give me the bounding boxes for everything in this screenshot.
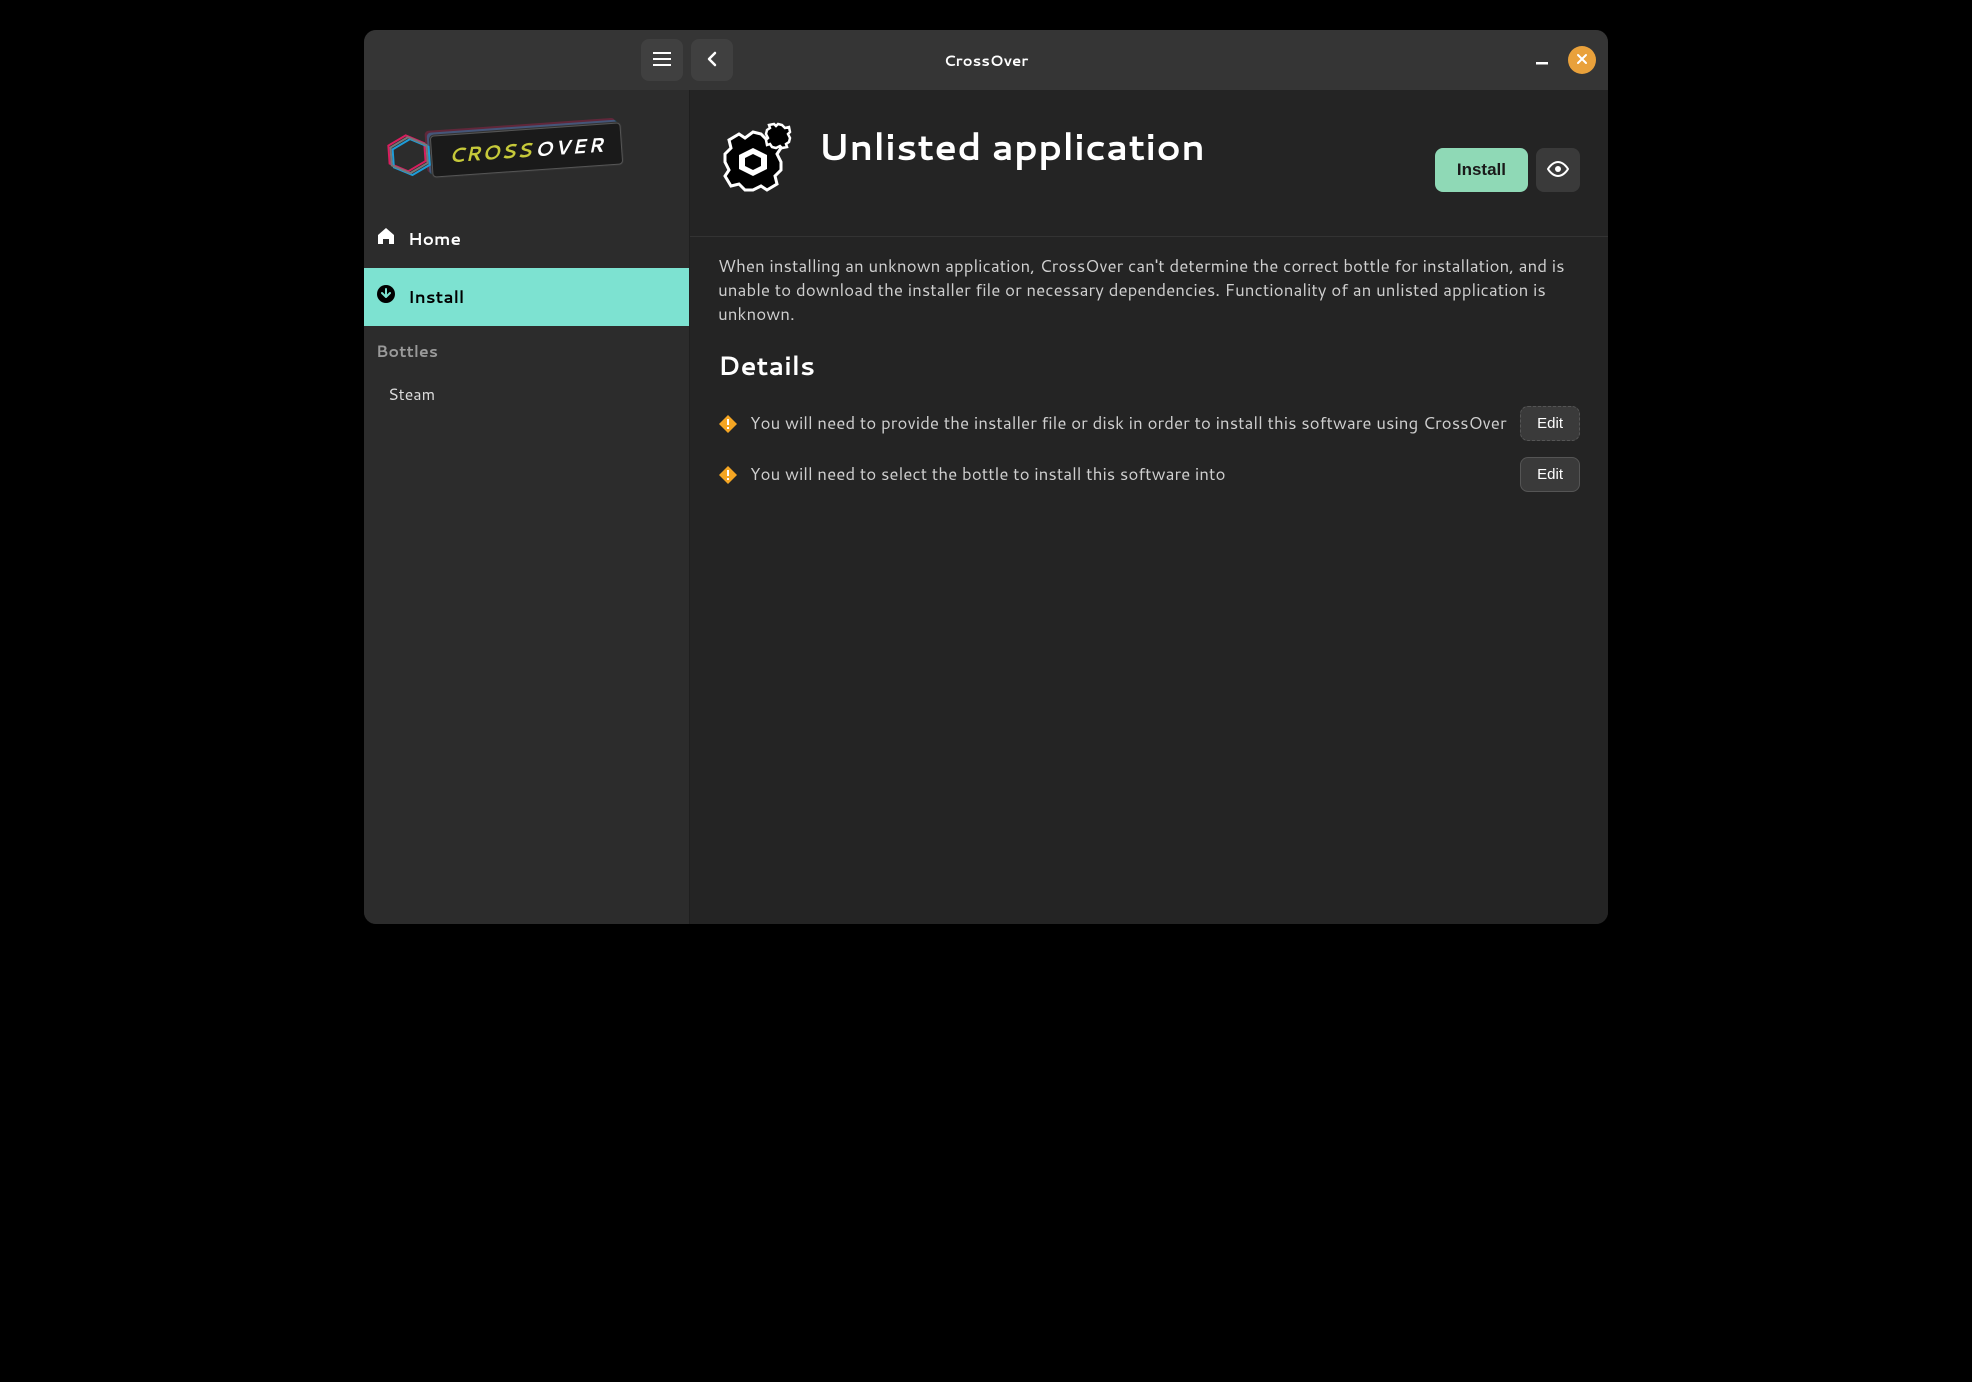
sidebar-item-label: Home (408, 227, 461, 251)
detail-text: You will need to provide the installer f… (750, 412, 1508, 435)
sidebar-item-label: Install (408, 285, 464, 309)
gear-app-icon (718, 118, 800, 200)
titlebar: CrossOver (364, 30, 1608, 90)
detail-text: You will need to select the bottle to in… (750, 463, 1508, 486)
download-circle-icon (376, 284, 396, 310)
hamburger-icon (653, 52, 671, 69)
description-text: When installing an unknown application, … (690, 236, 1608, 334)
sidebar-item-home[interactable]: Home (364, 210, 689, 268)
close-icon (1576, 53, 1588, 68)
edit-button[interactable]: Edit (1520, 457, 1580, 492)
menu-button[interactable] (641, 39, 683, 81)
main-content: Unlisted application Install When instal… (690, 90, 1608, 924)
sidebar-item-install[interactable]: Install (364, 268, 689, 326)
back-button[interactable] (691, 39, 733, 81)
logo-text-right: OVER (533, 131, 606, 164)
warning-icon (718, 465, 738, 485)
minimize-button[interactable] (1530, 48, 1554, 72)
bottles-heading: Bottles (364, 326, 689, 373)
home-icon (376, 226, 396, 252)
page-title: Unlisted application (818, 118, 1417, 172)
logo: CROSS OVER (364, 90, 689, 210)
edit-button[interactable]: Edit (1520, 406, 1580, 441)
preview-button[interactable] (1536, 148, 1580, 192)
sidebar: CROSS OVER Home Install (364, 90, 690, 924)
logo-mark-icon (382, 129, 436, 188)
bottle-item-steam[interactable]: Steam (364, 373, 689, 416)
close-button[interactable] (1568, 46, 1596, 74)
detail-row: You will need to select the bottle to in… (690, 449, 1608, 500)
details-heading: Details (690, 334, 1608, 398)
window-title: CrossOver (944, 50, 1028, 71)
eye-icon (1547, 161, 1569, 180)
detail-row: You will need to provide the installer f… (690, 398, 1608, 449)
logo-text-left: CROSS (447, 136, 533, 170)
chevron-left-icon (705, 51, 719, 70)
install-button[interactable]: Install (1435, 148, 1528, 192)
app-window: CrossOver (364, 30, 1608, 924)
warning-icon (718, 414, 738, 434)
minimize-icon (1535, 52, 1549, 69)
